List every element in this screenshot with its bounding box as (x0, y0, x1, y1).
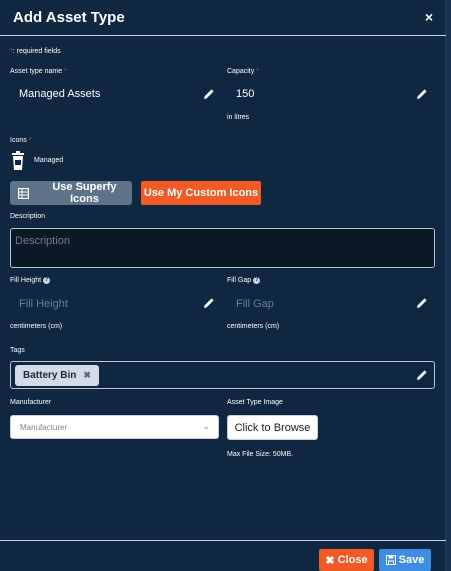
dialog-title: Add Asset Type (13, 9, 125, 26)
use-superfy-icons-label: Use Superfy Icons (52, 181, 117, 205)
required-note: *: required fields (10, 48, 61, 55)
asset-type-name-label: Asset type name * (10, 68, 67, 75)
save-button-label: Save (398, 554, 425, 566)
tag-remove-icon[interactable]: ✖ (83, 370, 91, 381)
save-icon (385, 555, 396, 565)
capacity-field[interactable]: 150 (236, 88, 254, 100)
help-icon: ? (253, 277, 261, 284)
chevron-down-icon: ⌄ (202, 421, 210, 431)
fill-height-label: Fill Height? (10, 277, 51, 284)
capacity-unit: in litres (227, 114, 250, 121)
fill-gap-label: Fill Gap? (227, 277, 261, 284)
fill-height-label-text: Fill Height (10, 277, 42, 284)
close-button-label: Close (337, 554, 368, 566)
pencil-icon[interactable] (203, 297, 215, 309)
times-icon: ✖ (325, 554, 335, 567)
pencil-icon[interactable] (416, 369, 428, 381)
use-custom-icons-button[interactable]: Use My Custom Icons (141, 181, 261, 205)
icons-label: Icons * (10, 137, 31, 144)
required-star: * (64, 68, 67, 75)
max-file-size-note: Max File Size: 50MB. (227, 451, 294, 458)
save-button[interactable]: Save (379, 549, 431, 571)
required-star: * (28, 137, 32, 144)
pencil-icon[interactable] (416, 297, 428, 309)
description-input[interactable]: Description (10, 228, 435, 268)
manufacturer-select[interactable]: Manufacturer ⌄ (10, 415, 219, 439)
background-strip (446, 0, 451, 571)
fill-gap-input[interactable]: Fill Gap (236, 298, 274, 310)
asset-type-image-label: Asset Type Image (227, 399, 283, 406)
bin-icon (12, 151, 24, 170)
manufacturer-select-value: Manufacturer (20, 422, 68, 432)
selected-icon-name: Managed (34, 157, 64, 164)
fill-height-input[interactable]: Fill Height (19, 298, 68, 310)
tags-label: Tags (10, 347, 25, 354)
fill-gap-unit: centimeters (cm) (227, 323, 280, 330)
close-icon[interactable]: × (425, 9, 433, 25)
fill-gap-label-text: Fill Gap (227, 277, 252, 284)
footer-divider (0, 540, 446, 541)
icons-label-text: Icons (10, 137, 27, 144)
fill-height-unit: centimeters (cm) (10, 323, 63, 330)
required-note-text: : required fields (12, 48, 61, 55)
asset-type-name-label-text: Asset type name (10, 68, 63, 75)
tags-input[interactable]: Battery Bin ✖ (10, 361, 435, 389)
use-superfy-icons-button[interactable]: Use Superfy Icons (10, 181, 132, 205)
required-star: * (256, 68, 259, 75)
add-asset-type-dialog: Add Asset Type × *: required fields Asse… (0, 0, 446, 571)
help-icon: ? (43, 277, 51, 284)
pencil-icon[interactable] (203, 88, 215, 100)
tag-chip: Battery Bin ✖ (15, 365, 99, 386)
pencil-icon[interactable] (416, 88, 428, 100)
browse-button[interactable]: Click to Browse (227, 415, 318, 440)
close-button[interactable]: ✖ Close (319, 549, 374, 571)
dialog-header: Add Asset Type × (0, 0, 446, 36)
asset-type-name-field[interactable]: Managed Assets (19, 88, 100, 100)
grid-icon (18, 187, 29, 199)
description-label: Description (10, 213, 46, 220)
tag-chip-label: Battery Bin (23, 370, 77, 381)
capacity-label: Capacity * (227, 68, 259, 75)
capacity-label-text: Capacity (227, 68, 255, 75)
manufacturer-label: Manufacturer (10, 399, 52, 406)
